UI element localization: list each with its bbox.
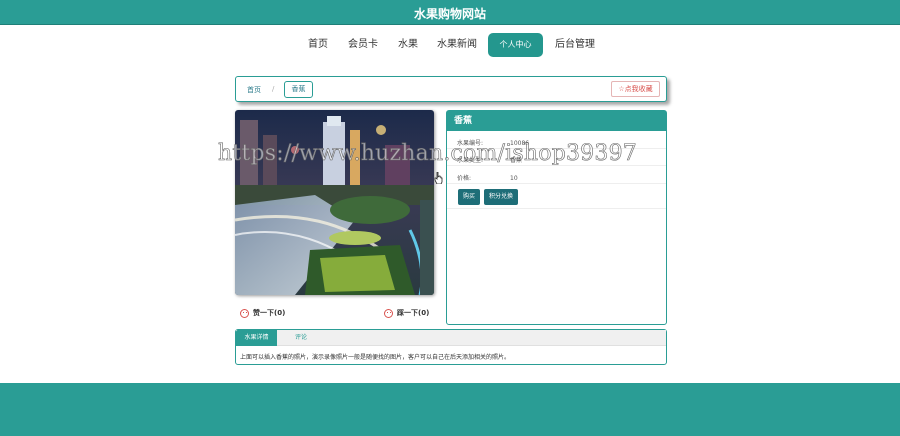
tab-comments[interactable]: 评论: [284, 330, 318, 346]
info-row-id: 水果编号: 10086: [457, 138, 529, 147]
smile-icon: [240, 308, 249, 318]
frown-icon: [384, 308, 393, 318]
product-title: 香蕉: [447, 111, 666, 131]
favorite-button[interactable]: ☆点我收藏: [611, 81, 660, 97]
site-title: 水果购物网站: [413, 7, 486, 21]
divider: [447, 165, 666, 166]
divider: [447, 148, 666, 149]
divider: [447, 208, 666, 209]
breadcrumb: 首页 / 香蕉 ☆点我收藏: [235, 76, 667, 102]
nav-item-personal-center[interactable]: 个人中心: [488, 33, 543, 57]
points-exchange-button[interactable]: 积分兑换: [484, 189, 518, 205]
info-value: 香蕉: [510, 157, 523, 164]
nav-item-home[interactable]: 首页: [300, 33, 336, 57]
info-value: 10: [510, 175, 518, 182]
like-count: 赞一下(0): [253, 309, 286, 317]
main-nav: 首页 会员卡 水果 水果新闻 个人中心 后台管理: [0, 33, 900, 59]
night-city-image: [235, 110, 434, 295]
dislike-button[interactable]: 踩一下(0): [384, 308, 429, 318]
dislike-count: 踩一下(0): [397, 309, 430, 317]
nav-item-fruit-news[interactable]: 水果新闻: [434, 33, 480, 57]
breadcrumb-home-link[interactable]: 首页: [247, 85, 261, 95]
like-button[interactable]: 赞一下(0): [240, 308, 285, 318]
info-label: 水果类型:: [457, 157, 484, 164]
divider: [447, 183, 666, 184]
product-photo: [235, 110, 434, 295]
detail-tabs: 水果详情 评论 上面可以插入香蕉的照片，演示录像照片一般是随便找的图片，客户可以…: [235, 329, 667, 365]
info-row-price: 价格: 10: [457, 173, 518, 182]
hand-cursor-icon: [434, 172, 443, 184]
info-row-type: 水果类型: 香蕉: [457, 155, 522, 164]
product-info-panel: 香蕉 水果编号: 10086 水果类型: 香蕉 价格: 10 购买 积分兑换: [446, 110, 667, 325]
info-label: 价格:: [457, 175, 472, 182]
info-value: 10086: [510, 140, 530, 147]
buy-button[interactable]: 购买: [458, 189, 480, 205]
vote-bar: 赞一下(0) 踩一下(0): [236, 308, 434, 322]
breadcrumb-current: 香蕉: [284, 81, 313, 98]
tab-fruit-details[interactable]: 水果详情: [236, 330, 277, 346]
footer-bar: [0, 383, 900, 436]
breadcrumb-separator: /: [272, 85, 275, 93]
nav-item-fruit[interactable]: 水果: [391, 33, 425, 57]
nav-item-member-card[interactable]: 会员卡: [345, 33, 381, 57]
info-label: 水果编号:: [457, 140, 484, 147]
nav-item-admin[interactable]: 后台管理: [552, 33, 598, 57]
tab-content-text: 上面可以插入香蕉的照片，演示录像照片一般是随便找的图片，客户可以自己在后天添加相…: [240, 354, 511, 361]
tab-strip: 水果详情 评论: [236, 330, 666, 346]
top-header-bar: 水果购物网站: [0, 0, 900, 25]
